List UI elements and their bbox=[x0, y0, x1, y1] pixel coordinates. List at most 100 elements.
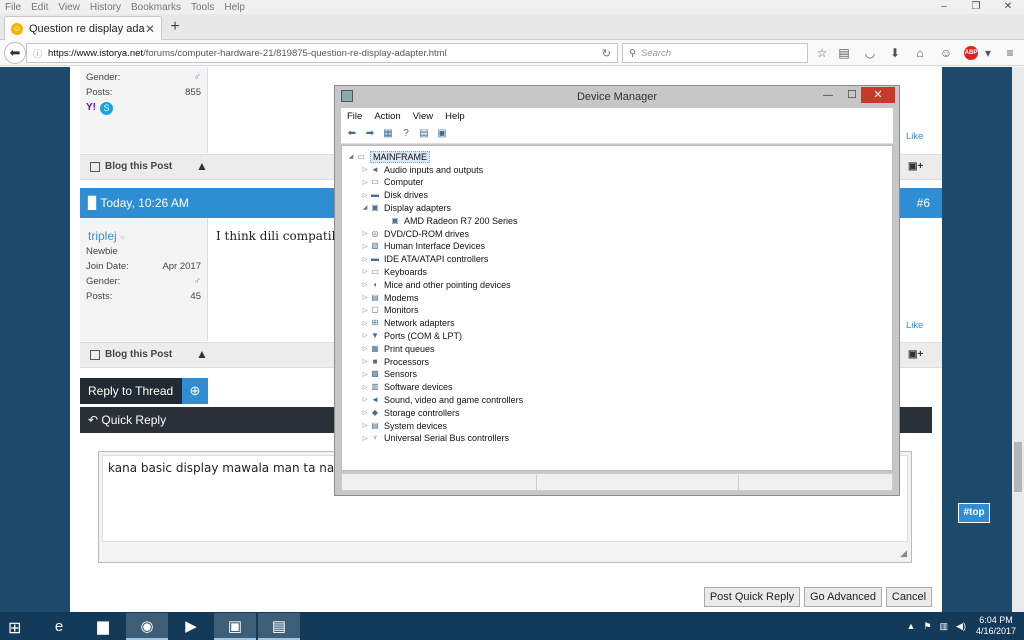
dm-maximize-button[interactable]: ☐ bbox=[847, 88, 857, 101]
tree-node[interactable]: ▷ ▼ Ports (COM & LPT) bbox=[360, 329, 462, 342]
chat-icon[interactable]: ☺ bbox=[938, 45, 954, 61]
expand-icon[interactable]: ▷ bbox=[360, 281, 370, 288]
tree-node[interactable]: ▷ ◎ DVD/CD-ROM drives bbox=[360, 227, 469, 240]
new-tab-button[interactable]: + bbox=[166, 18, 184, 36]
report-icon[interactable]: ▲ bbox=[196, 347, 208, 361]
expand-icon[interactable]: ▷ bbox=[360, 256, 370, 263]
menu-history[interactable]: History bbox=[85, 2, 126, 13]
post2-blog-button[interactable]: Blog this Post bbox=[90, 349, 172, 360]
tree-node[interactable]: ▷ ▤ Modems bbox=[360, 291, 419, 304]
cancel-button[interactable]: Cancel bbox=[886, 587, 932, 607]
tree-node[interactable]: ▷ ▭ Computer bbox=[360, 176, 424, 189]
tree-node[interactable]: ◢ ▣ Display adapters bbox=[360, 201, 451, 214]
tray-network-icon[interactable]: ▥ bbox=[940, 621, 949, 632]
expand-icon[interactable]: ▷ bbox=[360, 243, 370, 250]
post1-like-link[interactable]: Like bbox=[906, 131, 923, 142]
tree-node[interactable]: ▷ ⊞ Network adapters bbox=[360, 317, 455, 330]
tree-node[interactable]: ▷ ▭ Keyboards bbox=[360, 265, 427, 278]
view-icon[interactable]: ▤ bbox=[417, 128, 431, 139]
expand-icon[interactable]: ▷ bbox=[360, 345, 370, 352]
tray-volume-icon[interactable]: ◀) bbox=[956, 621, 966, 632]
expand-icon[interactable]: ▷ bbox=[360, 320, 370, 327]
hamburger-menu-icon[interactable]: ≡ bbox=[1002, 45, 1018, 61]
expand-icon[interactable]: ▷ bbox=[360, 307, 370, 314]
multiquote-icon[interactable]: ▣+ bbox=[908, 349, 923, 360]
remote-desktop-taskbar-icon[interactable]: ▣ bbox=[214, 613, 256, 640]
clock[interactable]: 6:04 PM 4/16/2017 bbox=[976, 615, 1016, 637]
go-advanced-button[interactable]: Go Advanced bbox=[804, 587, 882, 607]
info-icon[interactable]: ⓘ bbox=[33, 47, 42, 60]
page-scrollbar[interactable] bbox=[1012, 67, 1024, 612]
menu-help[interactable]: Help bbox=[219, 2, 250, 13]
tab-close-icon[interactable]: ✕ bbox=[145, 22, 155, 36]
expand-icon[interactable]: ▷ bbox=[360, 166, 370, 173]
minimize-button[interactable]: – bbox=[928, 0, 960, 14]
dm-minimize-button[interactable]: — bbox=[823, 90, 833, 101]
forward-arrow-icon[interactable]: ➡ bbox=[363, 128, 377, 139]
expand-icon[interactable]: ▷ bbox=[360, 332, 370, 339]
tree-node[interactable]: ▷ ◄ Sound, video and game controllers bbox=[360, 393, 523, 406]
dm-menu-file[interactable]: File bbox=[341, 111, 368, 122]
tab-question-re-display-adapter[interactable]: ☺ Question re display adapter ✕ bbox=[4, 16, 162, 40]
expand-icon[interactable]: ▷ bbox=[360, 422, 370, 429]
device-manager-taskbar-icon[interactable]: ▤ bbox=[258, 613, 300, 640]
post2-number[interactable]: #6 bbox=[917, 196, 930, 210]
expand-icon[interactable]: ▷ bbox=[360, 384, 370, 391]
multiquote-icon[interactable]: ▣+ bbox=[908, 161, 923, 172]
username-text[interactable]: triplej bbox=[88, 229, 117, 243]
tree-node[interactable]: ▷ ◆ Storage controllers bbox=[360, 406, 460, 419]
tray-flag-icon[interactable]: ⚑ bbox=[923, 621, 931, 632]
dm-close-button[interactable]: ✕ bbox=[861, 87, 895, 103]
dm-menu-action[interactable]: Action bbox=[368, 111, 406, 122]
expand-icon[interactable]: ▷ bbox=[360, 179, 370, 186]
dm-menu-view[interactable]: View bbox=[407, 111, 439, 122]
tree-node[interactable]: ▷ ▥ Software devices bbox=[360, 381, 453, 394]
expand-icon[interactable]: ▷ bbox=[360, 435, 370, 442]
firefox-taskbar-icon[interactable]: ◉ bbox=[126, 613, 168, 640]
menu-tools[interactable]: Tools bbox=[186, 2, 219, 13]
tray-chevron-icon[interactable]: ▲ bbox=[907, 621, 916, 631]
post2-like-link[interactable]: Like bbox=[906, 320, 923, 331]
menu-view[interactable]: View bbox=[53, 2, 85, 13]
pocket-icon[interactable]: ◡ bbox=[862, 45, 878, 61]
url-bar[interactable]: ⓘ https://www.istorya.net/forums/compute… bbox=[26, 43, 618, 63]
help-icon[interactable]: ? bbox=[399, 128, 413, 139]
tree-node[interactable]: ▷ ▬ IDE ATA/ATAPI controllers bbox=[360, 253, 489, 266]
tree-node[interactable]: ▷ ◄ Audio inputs and outputs bbox=[360, 163, 483, 176]
tree-node[interactable]: ▷ ◖ Mice and other pointing devices bbox=[360, 278, 511, 291]
file-explorer-taskbar-icon[interactable]: ▆ bbox=[82, 613, 124, 640]
report-icon[interactable]: ▲ bbox=[196, 159, 208, 173]
tree-node[interactable]: ▷ ▦ Print queues bbox=[360, 342, 435, 355]
expand-icon[interactable]: ▷ bbox=[360, 192, 370, 199]
expand-icon[interactable]: ▷ bbox=[360, 396, 370, 403]
back-arrow-icon[interactable]: ⬅ bbox=[345, 128, 359, 139]
windows-start-icon[interactable]: ⊞ bbox=[8, 618, 21, 638]
post1-blog-button[interactable]: Blog this Post bbox=[90, 161, 172, 172]
expand-icon[interactable]: ▷ bbox=[360, 294, 370, 301]
chevron-down-icon[interactable]: ▾ bbox=[980, 45, 996, 61]
post-quick-reply-button[interactable]: Post Quick Reply bbox=[704, 587, 800, 607]
post2-username[interactable]: triplej ○ bbox=[88, 229, 125, 243]
yahoo-icon[interactable]: Y! bbox=[86, 102, 96, 113]
download-icon[interactable]: ⬇ bbox=[887, 45, 903, 61]
menu-bookmarks[interactable]: Bookmarks bbox=[126, 2, 186, 13]
adblock-icon[interactable]: ABP bbox=[964, 46, 978, 60]
close-button[interactable]: ✕ bbox=[992, 0, 1024, 14]
expand-icon[interactable]: ▷ bbox=[360, 409, 370, 416]
tree-node[interactable]: ▷ ■ Processors bbox=[360, 355, 429, 368]
scrollbar-thumb[interactable] bbox=[1014, 442, 1022, 492]
scan-hardware-icon[interactable]: ▣ bbox=[435, 128, 449, 139]
menu-file[interactable]: File bbox=[0, 2, 26, 13]
tree-node[interactable]: ▷ ▩ Sensors bbox=[360, 368, 417, 381]
dm-menu-help[interactable]: Help bbox=[439, 111, 471, 122]
back-button[interactable]: ⬅ bbox=[4, 42, 26, 64]
menu-edit[interactable]: Edit bbox=[26, 2, 53, 13]
tree-root[interactable]: ◢ ▭ MAINFRAME bbox=[346, 150, 430, 163]
skype-icon[interactable]: S bbox=[100, 102, 113, 115]
tree-node[interactable]: ▷ ♆ Universal Serial Bus controllers bbox=[360, 432, 509, 445]
tree-node[interactable]: ▷ ▤ System devices bbox=[360, 419, 447, 432]
reading-list-icon[interactable]: ▤ bbox=[836, 45, 852, 61]
expand-icon[interactable]: ▷ bbox=[360, 358, 370, 365]
reload-icon[interactable]: ↻ bbox=[602, 47, 611, 60]
tree-node[interactable]: ▣ AMD Radeon R7 200 Series bbox=[380, 214, 517, 227]
